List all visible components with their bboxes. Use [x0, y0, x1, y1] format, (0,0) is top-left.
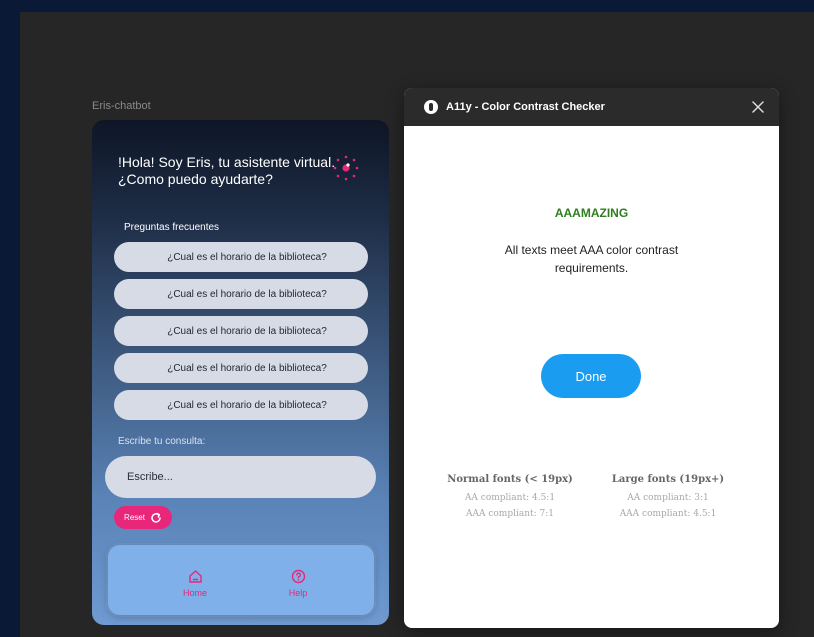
faq-button-5[interactable]: ¿Cual es el horario de la biblioteca? — [114, 390, 368, 420]
home-icon — [188, 570, 202, 583]
plugin-window: A11y - Color Contrast Checker AAAMAZING … — [404, 88, 779, 628]
plugin-logo-icon — [424, 100, 438, 114]
normal-fonts-heading: Normal fonts (< 19px) — [447, 474, 573, 485]
reset-label: Reset — [124, 513, 145, 522]
faq-title: Preguntas frecuentes — [124, 222, 220, 233]
large-fonts-stats: Large fonts (19px+) AA compliant: 3:1 AA… — [593, 474, 743, 522]
help-circle-icon — [291, 569, 305, 584]
close-icon[interactable] — [751, 100, 765, 114]
nav-help-label: Help — [288, 588, 308, 598]
result-title: AAAMAZING — [554, 206, 629, 220]
normal-fonts-aaa: AAA compliant: 7:1 — [465, 509, 555, 519]
normal-fonts-stats: Normal fonts (< 19px) AA compliant: 4.5:… — [435, 474, 585, 522]
reset-button[interactable]: Reset — [114, 506, 172, 529]
chatbot-frame: !Hola! Soy Eris, tu asistente virtual. ¿… — [92, 120, 389, 625]
greeting-message: !Hola! Soy Eris, tu asistente virtual. ¿… — [118, 154, 336, 187]
large-fonts-aaa: AAA compliant: 4.5:1 — [619, 509, 717, 519]
nav-home-label: Home — [182, 588, 207, 598]
plugin-header: A11y - Color Contrast Checker — [404, 88, 779, 126]
bottom-navigation: Home Help — [108, 545, 374, 615]
nav-home[interactable]: Home — [170, 569, 220, 598]
result-description: All texts meet AAA color contrast requir… — [504, 243, 679, 275]
faq-button-3[interactable]: ¿Cual es el horario de la biblioteca? — [114, 316, 368, 346]
sparkle-dots-icon — [333, 155, 359, 181]
refresh-icon — [151, 512, 161, 523]
frame-label[interactable]: Eris-chatbot — [92, 100, 151, 112]
faq-list: ¿Cual es el horario de la biblioteca? ¿C… — [114, 242, 368, 427]
faq-button-1[interactable]: ¿Cual es el horario de la biblioteca? — [114, 242, 368, 272]
faq-button-2[interactable]: ¿Cual es el horario de la biblioteca? — [114, 279, 368, 309]
nav-help[interactable]: Help — [273, 569, 323, 598]
large-fonts-aa: AA compliant: 3:1 — [627, 493, 709, 503]
query-input[interactable] — [105, 456, 376, 498]
faq-button-4[interactable]: ¿Cual es el horario de la biblioteca? — [114, 353, 368, 383]
normal-fonts-aa: AA compliant: 4.5:1 — [464, 493, 556, 503]
query-label: Escribe tu consulta: — [118, 436, 206, 447]
done-button[interactable]: Done — [541, 354, 641, 398]
large-fonts-heading: Large fonts (19px+) — [611, 474, 725, 485]
plugin-title: A11y - Color Contrast Checker — [446, 101, 605, 113]
